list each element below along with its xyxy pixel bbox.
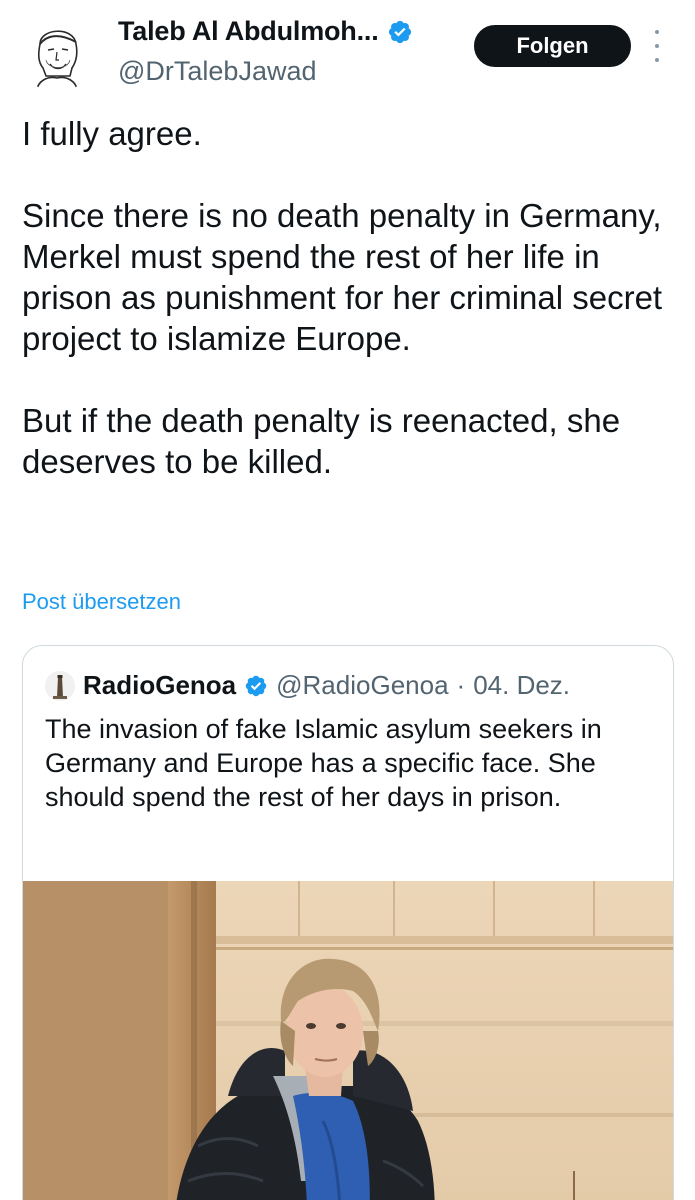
verified-badge-icon [245,675,267,696]
lighthouse-avatar-icon [45,670,75,701]
quoted-tweet-card[interactable]: RadioGenoa @RadioGenoa · 04. Dez. The in… [22,645,674,1200]
quote-separator: · [456,670,466,700]
tweet-header: Taleb Al Abdulmoh... @DrTalebJawad Folge… [0,0,695,100]
follow-button[interactable]: Folgen [474,25,631,67]
translate-post-link[interactable]: Post übersetzen [22,589,181,615]
author-name[interactable]: Taleb Al Abdulmoh... [118,16,379,47]
quote-media-photo[interactable] [23,881,673,1200]
tweet-paragraph: But if the death penalty is reenacted, s… [22,402,621,480]
more-vertical-icon[interactable] [650,30,664,62]
quote-author-handle[interactable]: @RadioGenoa [276,670,448,701]
avatar-sketch-icon [18,14,96,92]
tweet-paragraph: I fully agree. [22,115,202,152]
quote-author-name[interactable]: RadioGenoa [83,670,236,701]
quote-date[interactable]: 04. Dez. [473,670,570,701]
quote-header: RadioGenoa @RadioGenoa · 04. Dez. [45,670,570,701]
photo-image [23,881,673,1200]
quote-text: The invasion of fake Islamic asylum seek… [45,714,602,812]
author-handle[interactable]: @DrTalebJawad [118,56,317,87]
verified-badge-icon [388,20,411,43]
author-avatar[interactable] [18,14,96,92]
tweet-text: I fully agree. Since there is no death p… [22,113,672,482]
quote-author-avatar[interactable] [45,670,75,701]
tweet-paragraph: Since there is no death penalty in Germa… [22,197,663,357]
author-name-row: Taleb Al Abdulmoh... [118,16,413,47]
